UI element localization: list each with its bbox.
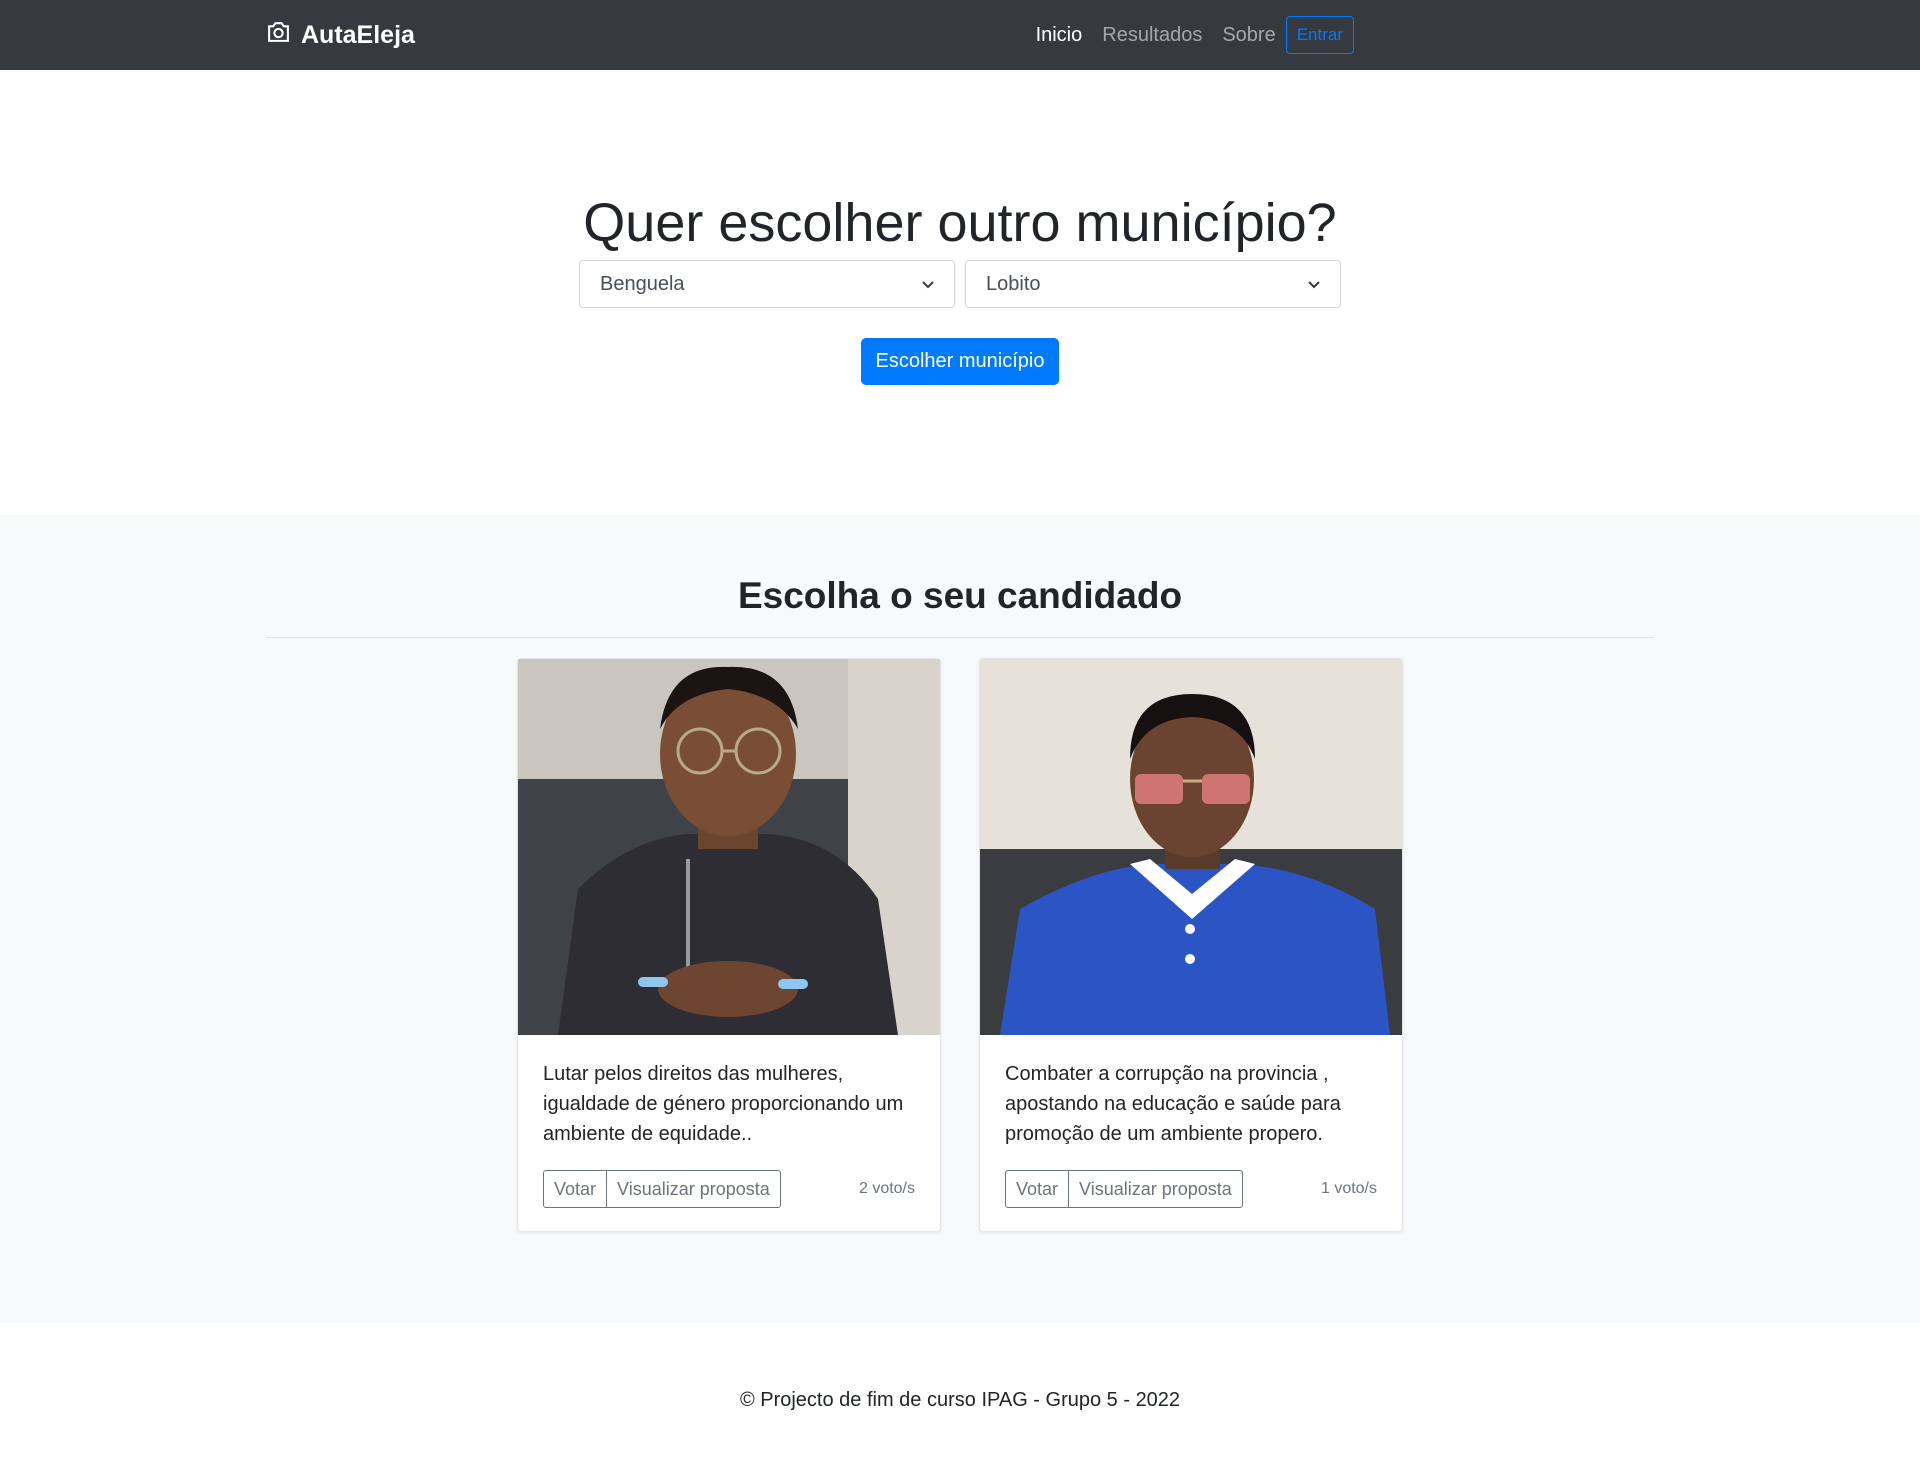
vote-button[interactable]: Votar xyxy=(543,1170,608,1208)
vote-count: 1 voto/s xyxy=(1320,1180,1377,1197)
candidates-section: Escolha o seu candidado Lutar pelos dire… xyxy=(0,515,1920,1323)
municipality-picker-section: Quer escolher outro município? Benguela … xyxy=(0,70,1920,515)
login-button[interactable]: Entrar xyxy=(1285,16,1354,54)
nav-link-resultados[interactable]: Resultados xyxy=(1102,24,1202,47)
province-select-value: Benguela xyxy=(600,272,685,295)
page-title: Quer escolher outro município? xyxy=(583,193,1337,253)
candidate-actions: Votar Visualizar proposta xyxy=(543,1170,781,1208)
candidate-photo xyxy=(518,659,940,1035)
candidate-photo xyxy=(980,659,1402,1035)
view-proposal-button[interactable]: Visualizar proposta xyxy=(1069,1170,1243,1208)
camera-icon xyxy=(266,21,301,50)
navbar: AutaEleja Inicio Resultados Sobre Entrar xyxy=(0,0,1920,70)
candidate-description: Combater a corrupção na provincia , apos… xyxy=(1005,1063,1341,1145)
footer: © Projecto de fim de curso IPAG - Grupo … xyxy=(0,1323,1920,1481)
province-select[interactable]: Benguela xyxy=(579,260,955,308)
section-title: Escolha o seu candidado xyxy=(737,575,1183,616)
municipality-select[interactable]: Lobito xyxy=(965,260,1341,308)
municipality-select-value: Lobito xyxy=(986,272,1041,295)
footer-text: © Projecto de fim de curso IPAG - Grupo … xyxy=(739,1389,1181,1411)
nav-links: Inicio Resultados Sobre Entrar xyxy=(1016,0,1354,70)
chevron-down-icon xyxy=(1308,276,1320,292)
brand-name: AutaEleja xyxy=(301,20,415,49)
vote-button[interactable]: Votar xyxy=(1005,1170,1070,1208)
vote-count: 2 voto/s xyxy=(858,1180,915,1197)
candidate-actions: Votar Visualizar proposta xyxy=(1005,1170,1243,1208)
section-divider xyxy=(266,637,1654,638)
candidate-card: Lutar pelos direitos das mulheres, igual… xyxy=(517,658,941,1232)
chevron-down-icon xyxy=(922,276,934,292)
choose-municipality-button[interactable]: Escolher município xyxy=(861,338,1059,385)
nav-link-sobre[interactable]: Sobre xyxy=(1222,24,1275,47)
candidate-description: Lutar pelos direitos das mulheres, igual… xyxy=(543,1063,904,1145)
candidate-card: Combater a corrupção na provincia , apos… xyxy=(979,658,1403,1232)
nav-link-inicio[interactable]: Inicio xyxy=(1036,24,1083,47)
brand-link[interactable]: AutaEleja xyxy=(266,0,415,70)
view-proposal-button[interactable]: Visualizar proposta xyxy=(607,1170,781,1208)
